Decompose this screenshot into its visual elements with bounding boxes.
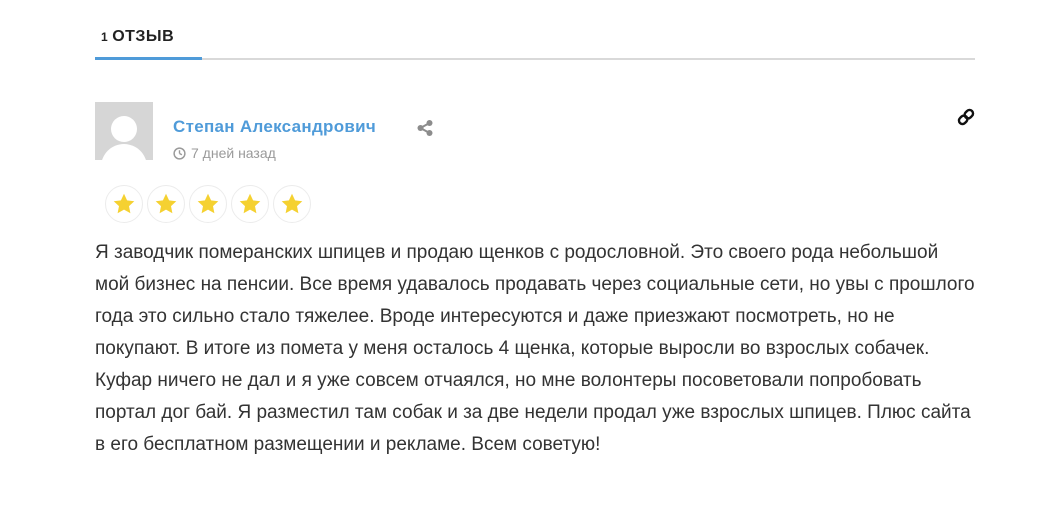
avatar xyxy=(95,102,153,160)
avatar-head-shape xyxy=(111,116,137,142)
review-text: Я заводчик померанских шпицев и продаю щ… xyxy=(95,242,975,455)
tab-reviews[interactable]: 1 ОТЗЫВ xyxy=(95,0,202,60)
star-icon xyxy=(239,193,261,214)
tab-reviews-count: 1 xyxy=(101,30,109,44)
star-icon xyxy=(281,193,303,214)
rating-star xyxy=(189,185,227,223)
reviews-section: 1 ОТЗЫВ Степан Александрович 7 дней назад xyxy=(95,0,975,455)
avatar-body-shape xyxy=(101,144,147,160)
share-icon[interactable] xyxy=(416,119,434,137)
star-icon xyxy=(155,193,177,214)
reviews-tabs: 1 ОТЗЫВ xyxy=(95,0,975,60)
star-icon xyxy=(197,193,219,214)
review-meta: 7 дней назад xyxy=(173,145,276,161)
rating-star xyxy=(105,185,143,223)
rating-star xyxy=(273,185,311,223)
tab-reviews-text: 1 ОТЗЫВ xyxy=(101,28,174,46)
clock-icon xyxy=(173,147,186,160)
tab-active-indicator xyxy=(95,57,202,60)
tab-reviews-label: ОТЗЫВ xyxy=(112,28,175,45)
star-icon xyxy=(113,193,135,214)
review-author-name[interactable]: Степан Александрович xyxy=(173,117,376,137)
rating-star xyxy=(231,185,269,223)
link-icon[interactable] xyxy=(956,107,976,127)
review-time: 7 дней назад xyxy=(191,145,276,161)
review-rating xyxy=(105,185,315,225)
rating-star xyxy=(147,185,185,223)
